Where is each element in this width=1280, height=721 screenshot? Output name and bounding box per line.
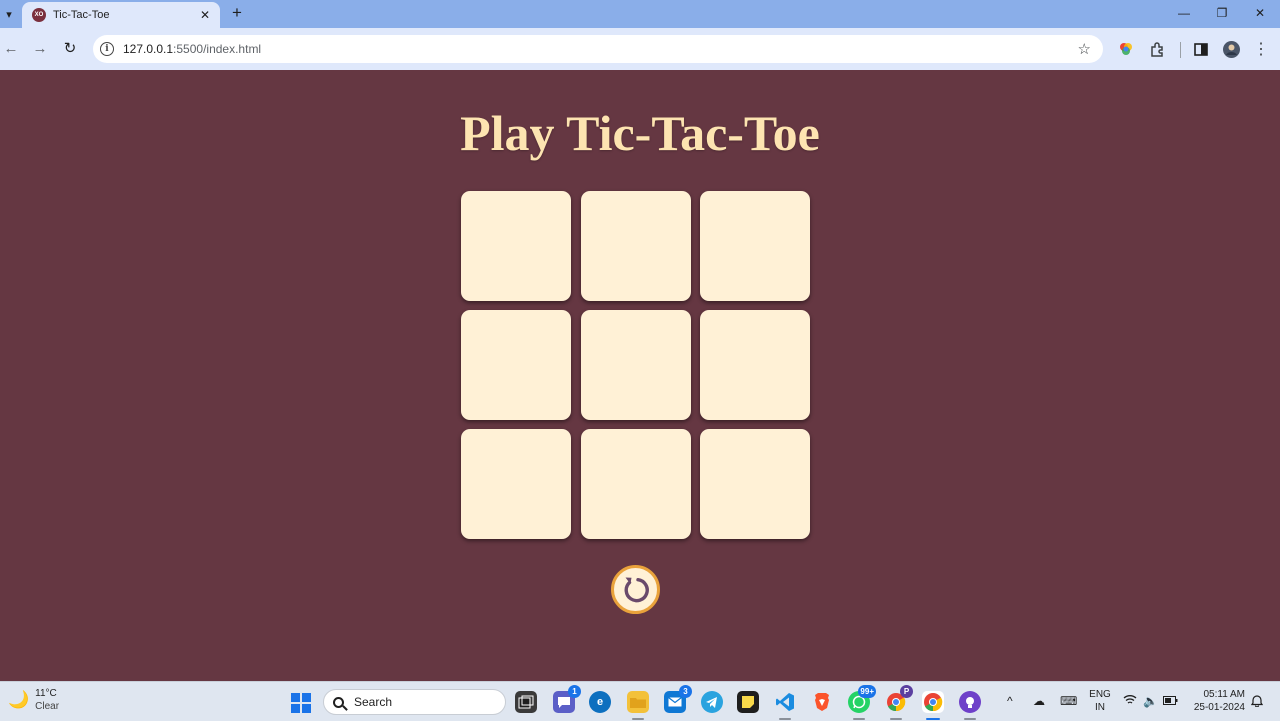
volume-icon[interactable]: 🔈 [1143, 694, 1158, 708]
tab-title: Tic-Tac-Toe [53, 9, 110, 21]
game-board [461, 191, 811, 539]
browser-toolbar: ← → ↻ i 127.0.0.1:5500/index.html ☆ ⋮ [0, 28, 1280, 70]
board-cell-5[interactable] [580, 310, 691, 420]
browser-tab[interactable]: XO Tic-Tac-Toe ✕ [22, 2, 220, 28]
board-cell-1[interactable] [461, 191, 571, 301]
taskbar-search[interactable]: Search [323, 689, 506, 715]
battery-icon[interactable] [1163, 694, 1178, 708]
new-tab-button[interactable]: + [228, 4, 246, 22]
restart-icon [624, 577, 649, 602]
maximize-icon[interactable]: ❐ [1210, 4, 1234, 22]
board-cell-8[interactable] [580, 429, 691, 539]
forward-icon[interactable]: → [30, 39, 50, 59]
extensions-puzzle-icon[interactable] [1148, 40, 1166, 58]
teams-badge: 1 [568, 685, 581, 698]
teams-chat-icon[interactable]: 1 [553, 685, 581, 713]
weather-temp: 11°C [35, 688, 57, 699]
github-desktop-icon[interactable] [959, 691, 981, 720]
chrome-active-icon[interactable] [922, 691, 944, 720]
tab-close-icon[interactable]: ✕ [198, 8, 212, 22]
system-clock[interactable]: 05:11 AM 25-01-2024 [1185, 688, 1245, 714]
language-indicator[interactable]: ENG IN [1089, 688, 1111, 714]
side-panel-icon[interactable] [1192, 40, 1210, 58]
page-title: Play Tic-Tac-Toe [460, 105, 820, 161]
board-cell-9[interactable] [700, 429, 810, 539]
profile-avatar[interactable] [1222, 40, 1240, 58]
board-cell-2[interactable] [580, 191, 691, 301]
onedrive-icon[interactable]: ☁ [1033, 694, 1045, 708]
notification-bell-icon[interactable] [1250, 694, 1264, 710]
keyboard-icon[interactable]: ⌨ [1060, 694, 1077, 708]
clock-date: 25-01-2024 [1193, 702, 1245, 713]
site-info-icon[interactable]: i [100, 42, 114, 56]
weather-widget[interactable]: 🌙 11°C Clear [8, 687, 59, 713]
whatsapp-icon[interactable]: 99+ [848, 685, 876, 720]
address-bar[interactable]: i 127.0.0.1:5500/index.html ☆ [93, 35, 1103, 63]
mail-icon[interactable]: 3 [664, 685, 692, 713]
mail-badge: 3 [679, 685, 692, 698]
board-cell-4[interactable] [461, 310, 571, 420]
chrome-profile-icon[interactable]: P [885, 685, 913, 720]
profile-badge: P [900, 685, 913, 698]
telegram-icon[interactable] [701, 691, 723, 713]
search-icon [333, 696, 344, 708]
windows-taskbar: 🌙 11°C Clear Search 1 e 3 99+ P ^ ☁ ⌨ EN… [0, 681, 1280, 721]
start-windows-icon[interactable] [291, 693, 311, 713]
url-text: 127.0.0.1:5500/index.html [123, 42, 262, 56]
bookmark-star-icon[interactable]: ☆ [1078, 40, 1091, 58]
board-cell-3[interactable] [700, 191, 810, 301]
clock-time: 05:11 AM [1203, 689, 1245, 700]
wifi-icon[interactable] [1123, 694, 1137, 708]
close-window-icon[interactable]: ✕ [1248, 4, 1272, 22]
search-placeholder: Search [354, 695, 393, 709]
vscode-icon[interactable] [774, 691, 796, 720]
edge-browser-icon[interactable]: e [589, 691, 611, 713]
whatsapp-badge: 99+ [858, 685, 876, 698]
weather-desc: Clear [35, 701, 60, 712]
toolbar-separator [1180, 42, 1181, 58]
file-explorer-icon[interactable] [627, 691, 649, 720]
tab-search-chevron-icon[interactable]: ▾ [0, 3, 18, 25]
reset-button[interactable] [611, 565, 660, 614]
brave-browser-icon[interactable] [811, 691, 833, 713]
color-extension-icon[interactable] [1117, 40, 1135, 58]
tab-favicon: XO [32, 8, 46, 22]
kebab-menu-icon[interactable]: ⋮ [1252, 40, 1270, 58]
tray-chevron-up-icon[interactable]: ^ [1007, 694, 1013, 708]
board-cell-6[interactable] [700, 310, 810, 420]
game-page: Play Tic-Tac-Toe [0, 70, 1280, 681]
back-icon[interactable]: ← [1, 39, 21, 59]
moon-icon: 🌙 [8, 690, 30, 709]
task-view-icon[interactable] [515, 691, 537, 713]
board-cell-7[interactable] [461, 429, 571, 539]
reload-icon[interactable]: ↻ [60, 39, 80, 59]
minimize-icon[interactable]: — [1172, 4, 1196, 22]
sticky-notes-icon[interactable] [737, 691, 759, 713]
tab-strip: ▾ XO Tic-Tac-Toe ✕ + — ❐ ✕ [0, 0, 1280, 28]
